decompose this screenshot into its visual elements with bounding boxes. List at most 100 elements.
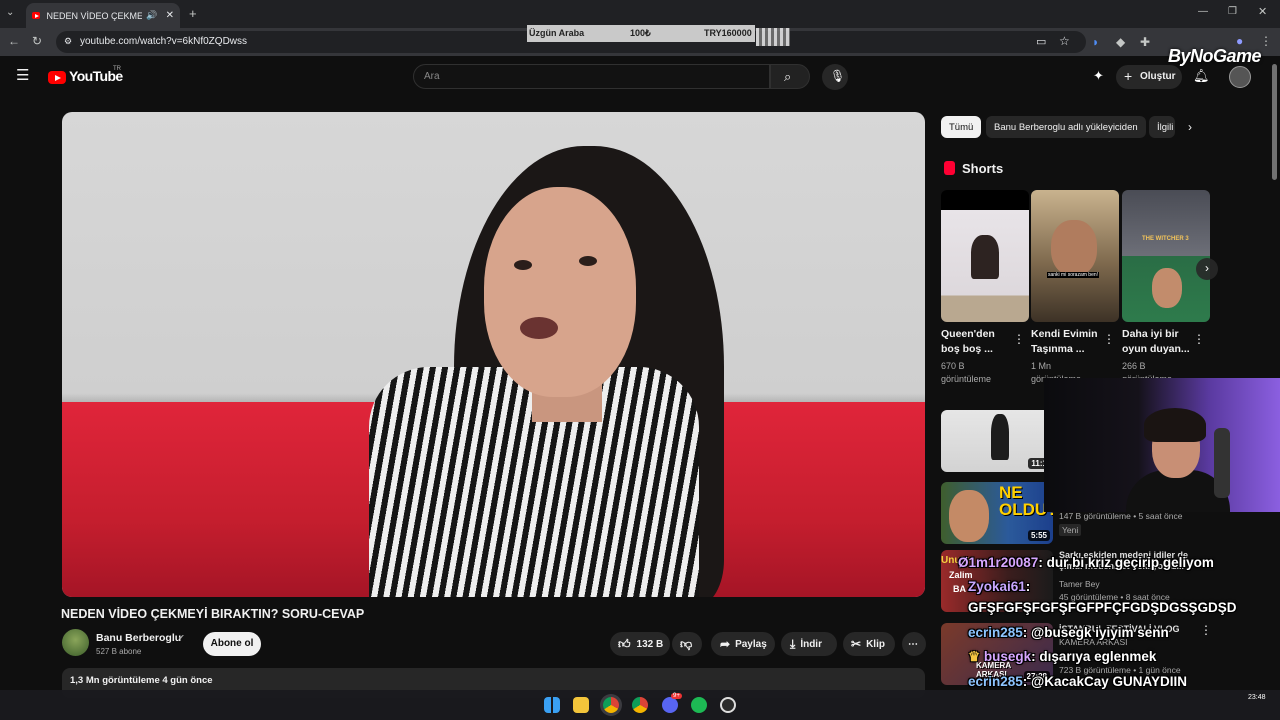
- extension-icon[interactable]: ◗: [1092, 36, 1099, 48]
- related-2-face: [949, 490, 989, 542]
- account-avatar[interactable]: [1229, 66, 1251, 88]
- tab-title: NEDEN VİDEO ÇEKMEYİ BIR: [46, 10, 143, 21]
- spotify-icon[interactable]: [691, 697, 707, 713]
- chat-user: ecrin285: [968, 674, 1023, 689]
- page-scrollbar-thumb[interactable]: [1272, 64, 1277, 180]
- create-label: Oluştur: [1140, 71, 1176, 82]
- notifications-bell-icon[interactable]: 🔔︎: [1193, 69, 1210, 82]
- short-3-title-line-1: Daha iyi bir: [1122, 328, 1179, 340]
- back-icon[interactable]: ←: [8, 35, 20, 47]
- chat-user: Zyokai61: [968, 579, 1026, 594]
- create-button[interactable]: + Oluştur: [1116, 65, 1182, 89]
- reload-icon[interactable]: ↻: [32, 35, 42, 47]
- clip-button[interactable]: ✂ Klip: [843, 632, 895, 656]
- short-1-title[interactable]: Queen'den boş boş ...: [941, 327, 1013, 357]
- channel-name[interactable]: Banu Berberoglu: [96, 632, 181, 644]
- short-1-views: 670 B görüntüleme: [941, 360, 1021, 386]
- chat-message-1: Ø1m1r20087: dur bi kriz geçirip geliyom: [958, 555, 1214, 570]
- url-text: youtube.com/watch?v=6kNf0ZQDwss: [80, 36, 248, 47]
- shorts-next-icon[interactable]: ›: [1196, 258, 1218, 280]
- browser-menu-icon[interactable]: ⋮: [1260, 35, 1272, 47]
- extensions-puzzle-icon[interactable]: ✚: [1140, 36, 1150, 48]
- clip-label: Klip: [866, 638, 885, 650]
- minimize-icon[interactable]: —: [1198, 7, 1208, 17]
- app-icon[interactable]: [720, 697, 736, 713]
- maximize-icon[interactable]: ❐: [1228, 7, 1237, 17]
- subscriber-count: 527 B abone: [96, 647, 142, 656]
- subscribe-button[interactable]: Abone ol: [203, 632, 261, 656]
- chat-text: : @KacakCay GUNAYDIIN: [1022, 674, 1188, 689]
- short-thumbnail-1[interactable]: [941, 190, 1029, 322]
- chips-next-icon[interactable]: ›: [1188, 121, 1192, 133]
- related-2-meta: 147 B görüntüleme • 5 saat önce: [1059, 511, 1183, 521]
- search-input[interactable]: Ara: [413, 64, 770, 89]
- short-1-title-line-2: boş boş ...: [941, 343, 993, 355]
- extension-icon-2[interactable]: ◆: [1116, 36, 1125, 48]
- chip-related[interactable]: İlgili: [1149, 116, 1175, 138]
- chat-text: GFŞFGFŞFGFŞFGFPFÇFGDŞDGSŞGDŞD: [968, 600, 1237, 615]
- left-eye: [514, 260, 532, 270]
- browser-tab-active[interactable]: NEDEN VİDEO ÇEKMEYİ BIR 🔊 ✕: [26, 3, 180, 28]
- more-actions-button[interactable]: ⋯: [902, 632, 926, 656]
- chip-from-uploader[interactable]: Banu Berberoglu adlı yükleyiciden: [986, 116, 1146, 138]
- chat-message-5: ♛ busegk: dışarıya eglenmek: [968, 649, 1156, 665]
- site-info-icon[interactable]: ⚙: [64, 36, 72, 47]
- related-thumbnail-1[interactable]: 11:1: [941, 410, 1053, 472]
- related-4-menu-icon[interactable]: ⋮: [1200, 624, 1212, 636]
- taskbar-clock[interactable]: 23:48: [1248, 694, 1266, 701]
- dislike-button[interactable]: 👎︎: [672, 632, 702, 656]
- search-button[interactable]: ⌕: [770, 64, 810, 89]
- channel-avatar[interactable]: [62, 629, 89, 656]
- search-icon: ⌕: [784, 69, 792, 84]
- new-tab-icon[interactable]: +: [189, 7, 197, 20]
- chat-message-6: ecrin285: @KacakCay GUNAYDIIN: [968, 674, 1187, 689]
- bookmark-star-icon[interactable]: ☆: [1059, 34, 1070, 48]
- hamburger-menu-icon[interactable]: ☰: [16, 68, 29, 83]
- chip-all[interactable]: Tümü: [941, 116, 982, 138]
- short-2-title-line-1: Kendi Evimin: [1031, 328, 1098, 340]
- speaker-icon[interactable]: 🔊: [146, 10, 157, 21]
- download-icon: ⤓: [790, 636, 796, 651]
- short-1-menu-icon[interactable]: ⋮: [1013, 333, 1025, 345]
- more-icon: ⋯: [908, 638, 918, 650]
- short-3-title[interactable]: Daha iyi bir oyun duyan...: [1122, 327, 1194, 357]
- short-3-caption: THE WITCHER 3: [1142, 236, 1189, 242]
- mouth: [520, 317, 558, 339]
- window-close-icon[interactable]: ✕: [1258, 7, 1267, 18]
- share-button[interactable]: ➦ Paylaş: [711, 632, 775, 656]
- related-3-channel[interactable]: Tamer Bey: [1059, 579, 1100, 589]
- related-thumbnail-2[interactable]: NE OLDU? 5:55: [941, 482, 1053, 544]
- tab-search-icon[interactable]: ⌄: [6, 8, 14, 18]
- discord-badge: 9+: [671, 693, 682, 699]
- youtube-logo-icon[interactable]: [48, 71, 66, 84]
- discord-icon[interactable]: [662, 697, 678, 713]
- chrome-taskbar-icon-2[interactable]: [632, 697, 648, 713]
- short-3-menu-icon[interactable]: ⋮: [1193, 333, 1205, 345]
- shorts-logo-icon: [944, 161, 955, 175]
- like-count: 132 B: [636, 638, 664, 650]
- windows-start-icon[interactable]: [544, 697, 560, 713]
- short-thumbnail-2[interactable]: sanki mi sorazam ben!: [1031, 190, 1119, 322]
- file-explorer-icon[interactable]: [573, 697, 589, 713]
- woman-face: [484, 187, 636, 397]
- video-player[interactable]: [62, 112, 925, 597]
- chrome-taskbar-icon[interactable]: [603, 697, 619, 713]
- like-button[interactable]: 👍︎ 132 B: [610, 632, 670, 656]
- download-button[interactable]: ⤓ İndir: [781, 632, 837, 656]
- short-3-face: [1152, 268, 1182, 308]
- short-1-title-line-1: Queen'den: [941, 328, 995, 340]
- short-2-title[interactable]: Kendi Evimin Taşınma ...: [1031, 327, 1103, 357]
- short-3-title-line-2: oyun duyan...: [1122, 343, 1190, 355]
- short-1-views-line-2: görüntüleme: [941, 374, 992, 384]
- short-1-figure: [971, 235, 999, 279]
- share-icon: ➦: [720, 637, 731, 651]
- cast-icon[interactable]: ▭: [1036, 35, 1046, 48]
- short-3-views-line-1: 266 B: [1122, 361, 1146, 371]
- short-2-menu-icon[interactable]: ⋮: [1103, 333, 1115, 345]
- premium-icon[interactable]: ✦: [1093, 69, 1104, 82]
- streamer-hair: [1144, 408, 1206, 442]
- tab-close-icon[interactable]: ✕: [166, 10, 174, 21]
- crown-icon: ♛: [968, 649, 984, 664]
- short-thumbnail-3[interactable]: THE WITCHER 3: [1122, 190, 1210, 322]
- voice-search-button[interactable]: 🎙: [822, 64, 848, 90]
